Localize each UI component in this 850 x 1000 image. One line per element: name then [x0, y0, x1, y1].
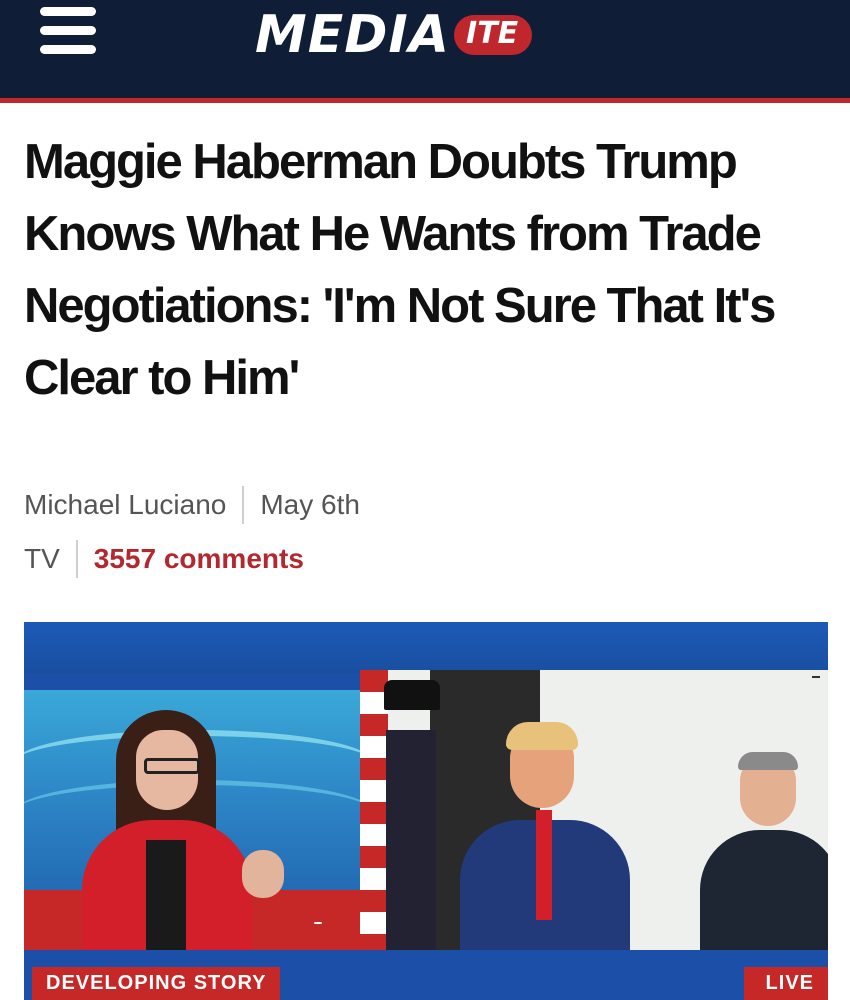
glasses-icon — [144, 758, 200, 774]
category-link[interactable]: TV — [24, 543, 60, 575]
publish-date: May 6th — [260, 489, 360, 520]
honor-guard — [386, 730, 436, 950]
network-badge-icon — [314, 922, 322, 924]
guard-hat — [384, 680, 440, 710]
site-header: MEDIA ITE — [0, 0, 850, 98]
photo-credit-icon — [812, 676, 820, 678]
article-tags: TV 3557 comments — [24, 540, 304, 578]
figure-tie — [536, 810, 552, 920]
guest-panel — [24, 690, 360, 950]
byline: Michael Luciano May 6th — [24, 486, 360, 524]
broadcast-top-bar — [24, 622, 828, 674]
second-figure-suit — [700, 830, 828, 950]
guest-top — [146, 840, 186, 950]
article-video[interactable]: DEVELOPING STORY LIVE — [24, 622, 828, 1000]
second-figure-hair — [738, 752, 798, 770]
tags-divider — [75, 540, 78, 578]
logo-badge: ITE — [454, 15, 533, 55]
comments-link[interactable]: 3557 comments — [94, 543, 304, 575]
news-footage-panel — [360, 670, 828, 950]
hamburger-menu-icon[interactable] — [40, 7, 96, 55]
site-logo[interactable]: MEDIA ITE — [255, 0, 533, 70]
byline-divider — [242, 486, 245, 524]
figure-hair — [506, 722, 578, 750]
developing-story-badge: DEVELOPING STORY — [32, 967, 281, 1000]
author-link[interactable]: Michael Luciano — [24, 489, 226, 521]
article-headline: Maggie Haberman Doubts Trump Knows What … — [24, 135, 776, 405]
logo-wordmark: MEDIA — [255, 5, 451, 65]
live-badge: LIVE — [743, 967, 828, 1000]
header-divider — [0, 98, 850, 103]
guest-hand — [242, 850, 284, 898]
flag-icon — [360, 670, 388, 950]
